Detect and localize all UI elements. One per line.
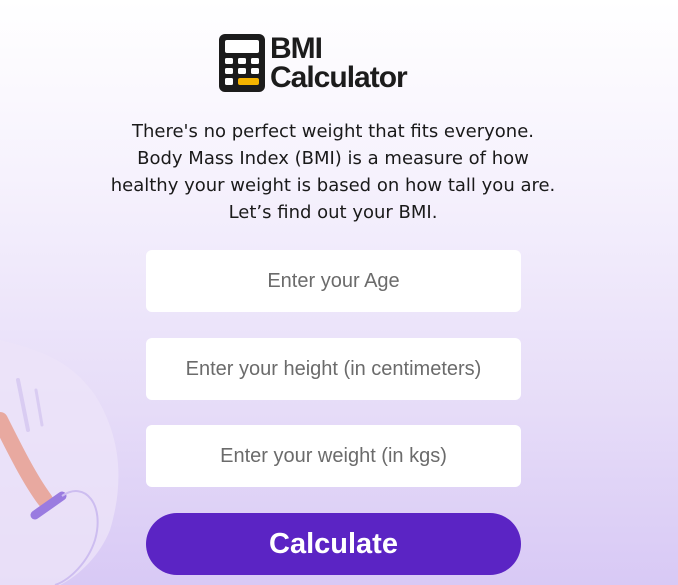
weight-input[interactable] — [146, 425, 521, 487]
app-title-line1: BMI — [270, 32, 323, 65]
calculate-button[interactable]: Calculate — [146, 513, 521, 575]
app-title: BMI Calculator — [270, 32, 408, 94]
calculator-icon — [219, 34, 265, 92]
height-input[interactable] — [146, 338, 521, 400]
app-logo: BMI Calculator — [219, 32, 408, 94]
background-illustration — [0, 340, 119, 585]
app-title-line2: Calculator — [270, 61, 408, 94]
age-input[interactable] — [146, 250, 521, 312]
intro-description: There's no perfect weight that fits ever… — [110, 121, 556, 223]
